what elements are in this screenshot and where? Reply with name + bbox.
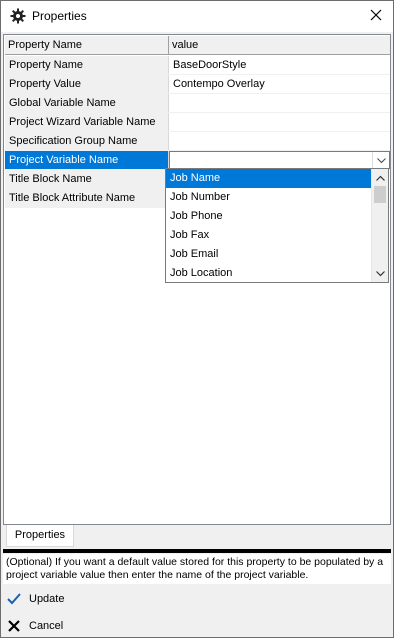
close-button[interactable] bbox=[359, 1, 393, 32]
table-row[interactable]: Property Value Contempo Overlay bbox=[5, 75, 390, 94]
header-value[interactable]: value bbox=[169, 36, 390, 55]
cancel-button[interactable]: Cancel bbox=[1, 613, 393, 638]
dropdown-option[interactable]: Job Email bbox=[166, 245, 372, 264]
chevron-down-icon bbox=[376, 268, 385, 280]
scroll-up-button[interactable] bbox=[372, 169, 389, 186]
close-icon bbox=[370, 9, 382, 24]
row-value[interactable] bbox=[169, 132, 390, 150]
title-bar: Properties bbox=[1, 1, 393, 32]
dropdown-options: Job Name Job Number Job Phone Job Fax Jo… bbox=[166, 169, 372, 282]
dropdown-option[interactable]: Job Number bbox=[166, 188, 372, 207]
dropdown-option[interactable]: Job Phone bbox=[166, 207, 372, 226]
tab-properties[interactable]: Properties bbox=[6, 525, 74, 547]
table-row[interactable]: Property Name BaseDoorStyle bbox=[5, 56, 390, 75]
dropdown-option[interactable]: Job Name bbox=[166, 169, 372, 188]
update-button[interactable]: Update bbox=[1, 586, 393, 612]
variable-dropdown-list[interactable]: Job Name Job Number Job Phone Job Fax Jo… bbox=[165, 168, 389, 283]
close-icon bbox=[5, 617, 23, 635]
description-panel: (Optional) If you want a default value s… bbox=[3, 554, 391, 584]
project-variable-combobox[interactable] bbox=[169, 151, 390, 169]
cancel-label: Cancel bbox=[29, 620, 64, 632]
row-value[interactable] bbox=[169, 94, 390, 112]
row-name[interactable]: Project Wizard Variable Name bbox=[5, 113, 169, 131]
header-property-name[interactable]: Property Name bbox=[5, 36, 169, 55]
row-name[interactable]: Global Variable Name bbox=[5, 94, 169, 112]
dropdown-scrollbar[interactable] bbox=[371, 169, 388, 282]
splitter[interactable] bbox=[3, 549, 391, 553]
gear-icon bbox=[10, 8, 26, 24]
tab-strip: Properties bbox=[3, 525, 391, 547]
row-name[interactable]: Title Block Name bbox=[5, 170, 169, 188]
row-value[interactable] bbox=[169, 113, 390, 131]
table-row[interactable]: Project Wizard Variable Name bbox=[5, 113, 390, 132]
chevron-up-icon bbox=[376, 172, 385, 184]
properties-window: Properties Property Name value Property … bbox=[0, 0, 394, 638]
window-title: Properties bbox=[32, 9, 87, 23]
check-icon bbox=[5, 590, 23, 608]
table-row[interactable]: Specification Group Name bbox=[5, 132, 390, 151]
row-name[interactable]: Property Value bbox=[5, 75, 169, 93]
row-name[interactable]: Specification Group Name bbox=[5, 132, 169, 150]
dropdown-option[interactable]: Job Fax bbox=[166, 226, 372, 245]
scroll-down-button[interactable] bbox=[372, 265, 389, 282]
row-name[interactable]: Title Block Attribute Name bbox=[5, 189, 169, 207]
dropdown-option[interactable]: Job Location bbox=[166, 264, 372, 283]
row-value[interactable]: Contempo Overlay bbox=[169, 75, 390, 93]
row-name[interactable]: Property Name bbox=[5, 56, 169, 74]
chevron-down-icon bbox=[376, 152, 386, 168]
row-value[interactable]: BaseDoorStyle bbox=[169, 56, 390, 74]
dropdown-button[interactable] bbox=[372, 152, 389, 168]
row-name[interactable]: Project Variable Name bbox=[5, 151, 169, 169]
scroll-thumb[interactable] bbox=[374, 186, 386, 203]
grid-header: Property Name value bbox=[5, 36, 390, 55]
table-row[interactable]: Global Variable Name bbox=[5, 94, 390, 113]
update-label: Update bbox=[29, 593, 65, 605]
